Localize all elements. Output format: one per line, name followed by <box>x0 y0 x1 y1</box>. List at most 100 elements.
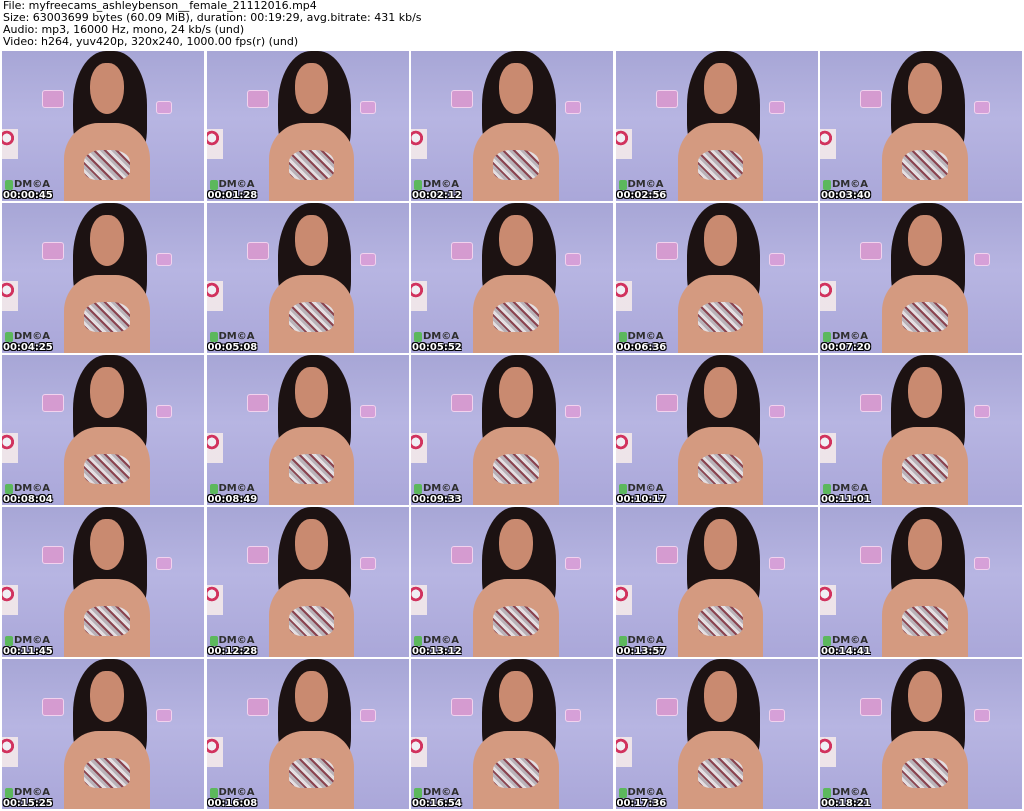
person-top <box>902 302 948 332</box>
person-top <box>288 302 335 332</box>
person-top <box>84 150 130 180</box>
dmca-watermark: DM©A <box>5 331 50 342</box>
pillow-decoration <box>411 433 427 463</box>
person-top <box>902 454 948 484</box>
dmca-watermark: DM©A <box>5 179 50 190</box>
person-top <box>493 454 539 484</box>
lock-icon <box>5 483 13 494</box>
video-thumbnail: DM©A 00:09:33 <box>411 355 613 505</box>
dmca-watermark-text: DM©A <box>832 483 868 494</box>
person-face <box>294 63 329 114</box>
person-top <box>288 150 335 180</box>
lock-icon <box>209 179 218 190</box>
video-thumbnail: DM©A 00:02:56 <box>615 51 818 201</box>
dmca-watermark-text: DM©A <box>627 635 664 646</box>
person-top <box>493 150 539 180</box>
file-info-header: File: myfreecams_ashleybenson__female_21… <box>3 0 1021 50</box>
thumbnail-timestamp: 00:00:45 <box>3 190 53 201</box>
thumbnail-timestamp: 00:08:04 <box>3 494 53 505</box>
pillow-decoration <box>820 281 836 311</box>
video-info-line: Video: h264, yuv420p, 320x240, 1000.00 f… <box>3 36 299 48</box>
person-face <box>703 519 738 570</box>
lock-icon <box>209 483 218 494</box>
pillow-decoration <box>411 129 427 159</box>
person-figure <box>50 203 163 353</box>
dmca-watermark: DM©A <box>5 483 50 494</box>
video-thumbnail: DM©A 00:17:36 <box>615 659 818 809</box>
thumbnail-timestamp: 00:05:08 <box>207 342 258 353</box>
person-face <box>908 63 942 114</box>
video-thumbnail: DM©A 00:11:45 <box>2 507 204 657</box>
person-top <box>288 454 335 484</box>
dmca-watermark-text: DM©A <box>627 331 664 342</box>
person-face <box>703 367 738 418</box>
person-face <box>703 63 738 114</box>
pillow-decoration <box>2 737 18 767</box>
lock-icon <box>618 635 627 646</box>
lock-icon <box>823 331 831 342</box>
dmca-watermark: DM©A <box>618 179 664 190</box>
dmca-watermark: DM©A <box>414 787 459 798</box>
person-figure <box>664 355 777 505</box>
person-figure <box>50 51 163 201</box>
person-figure <box>255 355 368 505</box>
thumbnail-timestamp: 00:07:20 <box>821 342 871 353</box>
person-face <box>499 671 533 722</box>
person-figure <box>459 203 572 353</box>
person-figure <box>664 203 777 353</box>
dmca-watermark: DM©A <box>823 331 868 342</box>
video-thumbnail: DM©A 00:16:54 <box>411 659 613 809</box>
lock-icon <box>209 787 218 798</box>
person-face <box>499 63 533 114</box>
pillow-decoration <box>411 585 427 615</box>
video-thumbnail: DM©A 00:05:08 <box>206 203 409 353</box>
thumbnail-timestamp: 00:18:21 <box>821 798 871 809</box>
person-figure <box>868 203 981 353</box>
pillow-decoration <box>206 585 223 615</box>
lock-icon <box>823 483 831 494</box>
pillow-decoration <box>206 433 223 463</box>
person-face <box>294 367 329 418</box>
dmca-watermark-text: DM©A <box>832 787 868 798</box>
person-face <box>908 215 942 266</box>
audio-info-line: Audio: mp3, 16000 Hz, mono, 24 kb/s (und… <box>3 24 245 36</box>
dmca-watermark-text: DM©A <box>627 787 664 798</box>
pillow-decoration <box>206 737 223 767</box>
video-thumbnail: DM©A 00:13:12 <box>411 507 613 657</box>
lock-icon <box>5 635 13 646</box>
file-name-line: File: myfreecams_ashleybenson__female_21… <box>3 0 317 12</box>
video-thumbnail: DM©A 00:08:04 <box>2 355 204 505</box>
pillow-decoration <box>411 281 427 311</box>
thumbnail-timestamp: 00:14:41 <box>821 646 871 657</box>
person-top <box>697 758 744 788</box>
dmca-watermark: DM©A <box>823 787 868 798</box>
thumbnail-timestamp: 00:16:08 <box>207 798 258 809</box>
file-size-line: Size: 63003699 bytes (60.09 MiB), durati… <box>3 12 422 24</box>
dmca-watermark: DM©A <box>209 635 255 646</box>
thumbnail-timestamp: 00:09:33 <box>412 494 462 505</box>
dmca-watermark: DM©A <box>618 635 664 646</box>
person-figure <box>50 507 163 657</box>
thumbnail-timestamp: 00:13:57 <box>616 646 667 657</box>
dmca-watermark-text: DM©A <box>14 179 50 190</box>
person-face <box>703 215 738 266</box>
person-face <box>294 519 329 570</box>
person-face <box>703 671 738 722</box>
person-top <box>902 150 948 180</box>
pillow-decoration <box>615 585 632 615</box>
person-figure <box>459 355 572 505</box>
dmca-watermark-text: DM©A <box>423 787 459 798</box>
thumbnail-timestamp: 00:15:25 <box>3 798 53 809</box>
lock-icon <box>414 331 422 342</box>
person-face <box>90 519 124 570</box>
lock-icon <box>5 331 13 342</box>
thumbnail-timestamp: 00:04:25 <box>3 342 53 353</box>
pillow-decoration <box>820 585 836 615</box>
pillow-decoration <box>206 281 223 311</box>
lock-icon <box>823 179 831 190</box>
person-top <box>84 606 130 636</box>
pillow-decoration <box>615 281 632 311</box>
thumbnail-timestamp: 00:13:12 <box>412 646 462 657</box>
thumbnail-timestamp: 00:01:28 <box>207 190 258 201</box>
person-figure <box>459 507 572 657</box>
